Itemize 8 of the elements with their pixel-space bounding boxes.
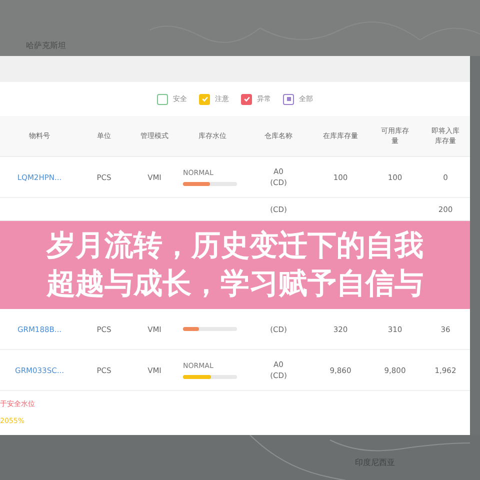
legend-checkbox[interactable] [241,94,252,104]
banner-title: 岁月流转，历史变迁下的自我超越与成长，学习赋予自信与 [46,227,424,302]
level-bar [183,374,237,378]
legend-checkbox[interactable] [157,94,168,104]
legend-checkbox[interactable] [283,94,294,104]
level-bar [183,327,237,331]
legend-checkbox[interactable] [199,94,210,104]
level-bar [183,182,237,186]
